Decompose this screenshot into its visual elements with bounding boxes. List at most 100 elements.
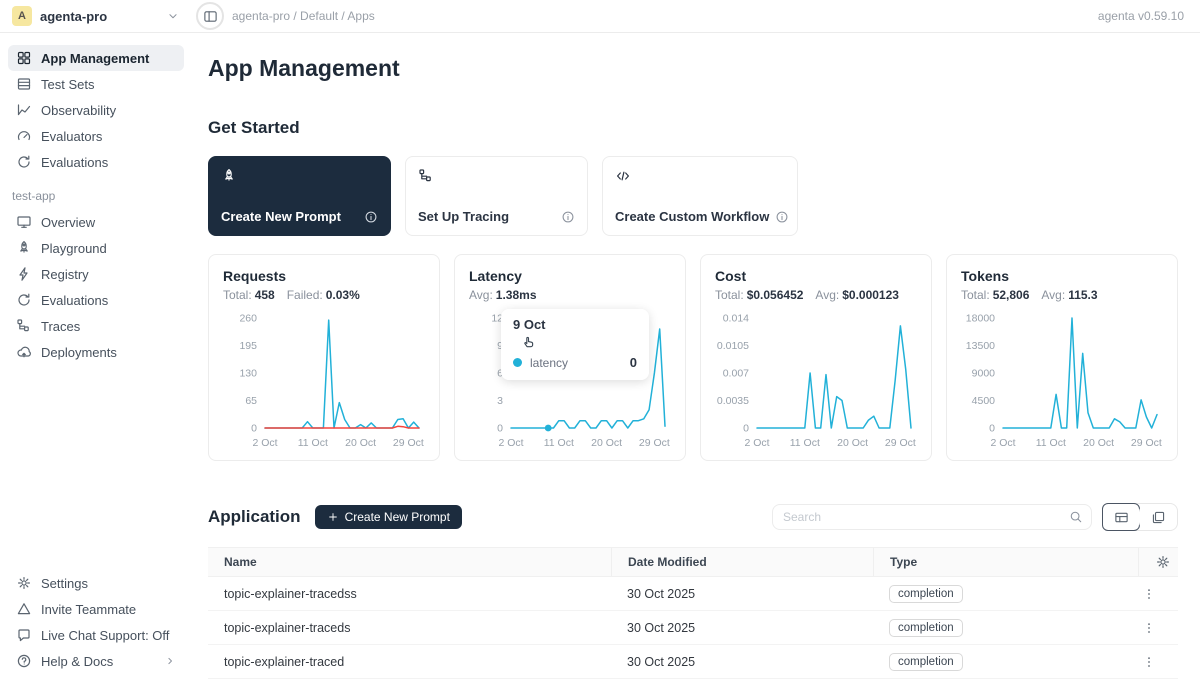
app-name[interactable]: topic-explainer-traceds [208, 621, 611, 635]
sidebar-item-evaluations[interactable]: Evaluations [8, 149, 184, 175]
sidebar-item-overview[interactable]: Overview [8, 209, 184, 235]
card-create-custom-workflow[interactable]: Create Custom Workflow [602, 156, 798, 236]
tracing-icon [418, 168, 434, 184]
sidebar-item-label: Evaluations [41, 155, 108, 170]
metric-chart[interactable]: 0651301952602 Oct11 Oct20 Oct29 Oct [223, 308, 425, 459]
row-menu-button[interactable] [1138, 621, 1178, 635]
tooltip-value: 0 [630, 355, 637, 370]
sidebar-item-test-sets[interactable]: Test Sets [8, 71, 184, 97]
app-name[interactable]: topic-explainer-tracedss [208, 587, 611, 601]
chevron-down-icon [166, 9, 180, 23]
sidebar-item-playground[interactable]: Playground [8, 235, 184, 261]
sidebar-item-label: Traces [41, 319, 80, 334]
app-name[interactable]: topic-explainer-traced [208, 655, 611, 669]
code-icon [615, 168, 631, 184]
dots-vertical-icon [1142, 621, 1156, 635]
svg-text:29 Oct: 29 Oct [639, 437, 670, 449]
card-set-up-tracing[interactable]: Set Up Tracing [405, 156, 588, 236]
sidebar-item-label: Playground [41, 241, 107, 256]
sidebar-section-label: test-app [12, 189, 184, 203]
search-input[interactable] [783, 510, 1069, 524]
grid-icon [16, 50, 32, 66]
table-row[interactable]: topic-explainer-traceds30 Oct 2025comple… [208, 611, 1178, 645]
metric-stat: Failed:0.03% [287, 288, 360, 302]
card-view-button[interactable] [1139, 504, 1177, 530]
svg-text:20 Oct: 20 Oct [345, 437, 376, 449]
svg-text:0.0105: 0.0105 [717, 340, 749, 352]
info-icon[interactable] [775, 210, 789, 224]
search-icon[interactable] [1069, 510, 1083, 524]
column-header-date-modified[interactable]: Date Modified [611, 548, 873, 576]
sidebar-item-live-chat-support-off[interactable]: Live Chat Support: Off [8, 622, 184, 648]
view-toggle [1102, 503, 1178, 531]
svg-text:2 Oct: 2 Oct [990, 437, 1015, 449]
svg-text:3: 3 [497, 395, 503, 407]
row-menu-button[interactable] [1138, 655, 1178, 669]
workspace-name: agenta-pro [40, 9, 107, 24]
help-icon [16, 653, 32, 669]
table-view-button[interactable] [1102, 503, 1140, 531]
metric-stat: Avg:115.3 [1041, 288, 1097, 302]
table-row[interactable]: topic-explainer-traced30 Oct 2025complet… [208, 645, 1178, 679]
svg-text:0: 0 [989, 423, 995, 435]
cloud-icon [16, 344, 32, 360]
info-icon[interactable] [561, 210, 575, 224]
svg-text:18000: 18000 [966, 313, 995, 325]
panel-icon [203, 9, 218, 24]
app-type-badge: completion [889, 653, 963, 671]
column-header-name[interactable]: Name [208, 548, 611, 576]
sidebar-toggle-button[interactable] [196, 2, 224, 30]
main-content: App Management Get Started Create New Pr… [192, 33, 1200, 684]
table-row[interactable]: topic-explainer-tracedss30 Oct 2025compl… [208, 577, 1178, 611]
sidebar-item-label: Test Sets [41, 77, 94, 92]
chart-tooltip: 9 Octlatency0 [501, 309, 649, 380]
sidebar-item-deployments[interactable]: Deployments [8, 339, 184, 365]
hand-cursor-icon [521, 334, 637, 349]
column-header-type[interactable]: Type [873, 548, 1138, 576]
sidebar-item-label: Invite Teammate [41, 602, 136, 617]
sidebar-item-evaluations[interactable]: Evaluations [8, 287, 184, 313]
svg-text:0.007: 0.007 [723, 368, 749, 380]
sidebar-item-observability[interactable]: Observability [8, 97, 184, 123]
svg-text:0: 0 [251, 423, 257, 435]
metric-title: Cost [715, 268, 917, 284]
sidebar-item-label: Settings [41, 576, 88, 591]
metric-card-requests: RequestsTotal:458Failed:0.03%06513019526… [208, 254, 440, 461]
sidebar-item-app-management[interactable]: App Management [8, 45, 184, 71]
workspace-avatar: A [12, 6, 32, 26]
table-header: NameDate ModifiedType [208, 548, 1178, 577]
info-icon[interactable] [364, 210, 378, 224]
app-date-modified: 30 Oct 2025 [611, 621, 873, 635]
chevron-right-icon [164, 655, 176, 667]
lightning-icon [16, 266, 32, 282]
metric-charts-row: RequestsTotal:458Failed:0.03%06513019526… [208, 254, 1178, 461]
card-create-new-prompt[interactable]: Create New Prompt [208, 156, 391, 236]
table-view-icon [1114, 510, 1129, 525]
sidebar-item-traces[interactable]: Traces [8, 313, 184, 339]
sidebar-item-registry[interactable]: Registry [8, 261, 184, 287]
metric-chart[interactable]: 00.00350.0070.01050.0142 Oct11 Oct20 Oct… [715, 308, 917, 459]
svg-text:11 Oct: 11 Oct [544, 437, 574, 449]
dots-vertical-icon [1142, 587, 1156, 601]
sidebar-item-evaluators[interactable]: Evaluators [8, 123, 184, 149]
sidebar-item-help-docs[interactable]: Help & Docs [8, 648, 184, 674]
workspace-selector[interactable]: A agenta-pro [0, 6, 192, 26]
create-new-prompt-button[interactable]: Create New Prompt [315, 505, 462, 529]
rows-icon [16, 76, 32, 92]
sidebar-item-label: Live Chat Support: Off [41, 628, 169, 643]
svg-text:260: 260 [239, 313, 257, 325]
sidebar-item-settings[interactable]: Settings [8, 570, 184, 596]
svg-text:20 Oct: 20 Oct [1083, 437, 1114, 449]
starter-card-label: Create New Prompt [221, 209, 341, 224]
row-menu-button[interactable] [1138, 587, 1178, 601]
column-settings-button[interactable] [1138, 548, 1187, 576]
search-box[interactable] [772, 504, 1092, 530]
svg-text:0: 0 [497, 423, 503, 435]
applications-table: NameDate ModifiedType topic-explainer-tr… [208, 547, 1178, 684]
breadcrumb[interactable]: agenta-pro / Default / Apps [232, 9, 375, 23]
metric-chart[interactable]: 04500900013500180002 Oct11 Oct20 Oct29 O… [961, 308, 1163, 459]
metric-card-latency: LatencyAvg:1.38ms0369122 Oct11 Oct20 Oct… [454, 254, 686, 461]
sidebar-item-invite-teammate[interactable]: Invite Teammate [8, 596, 184, 622]
table-row[interactable]: career-assessment27 Oct 2025completion [208, 679, 1178, 684]
gear-icon [16, 575, 32, 591]
